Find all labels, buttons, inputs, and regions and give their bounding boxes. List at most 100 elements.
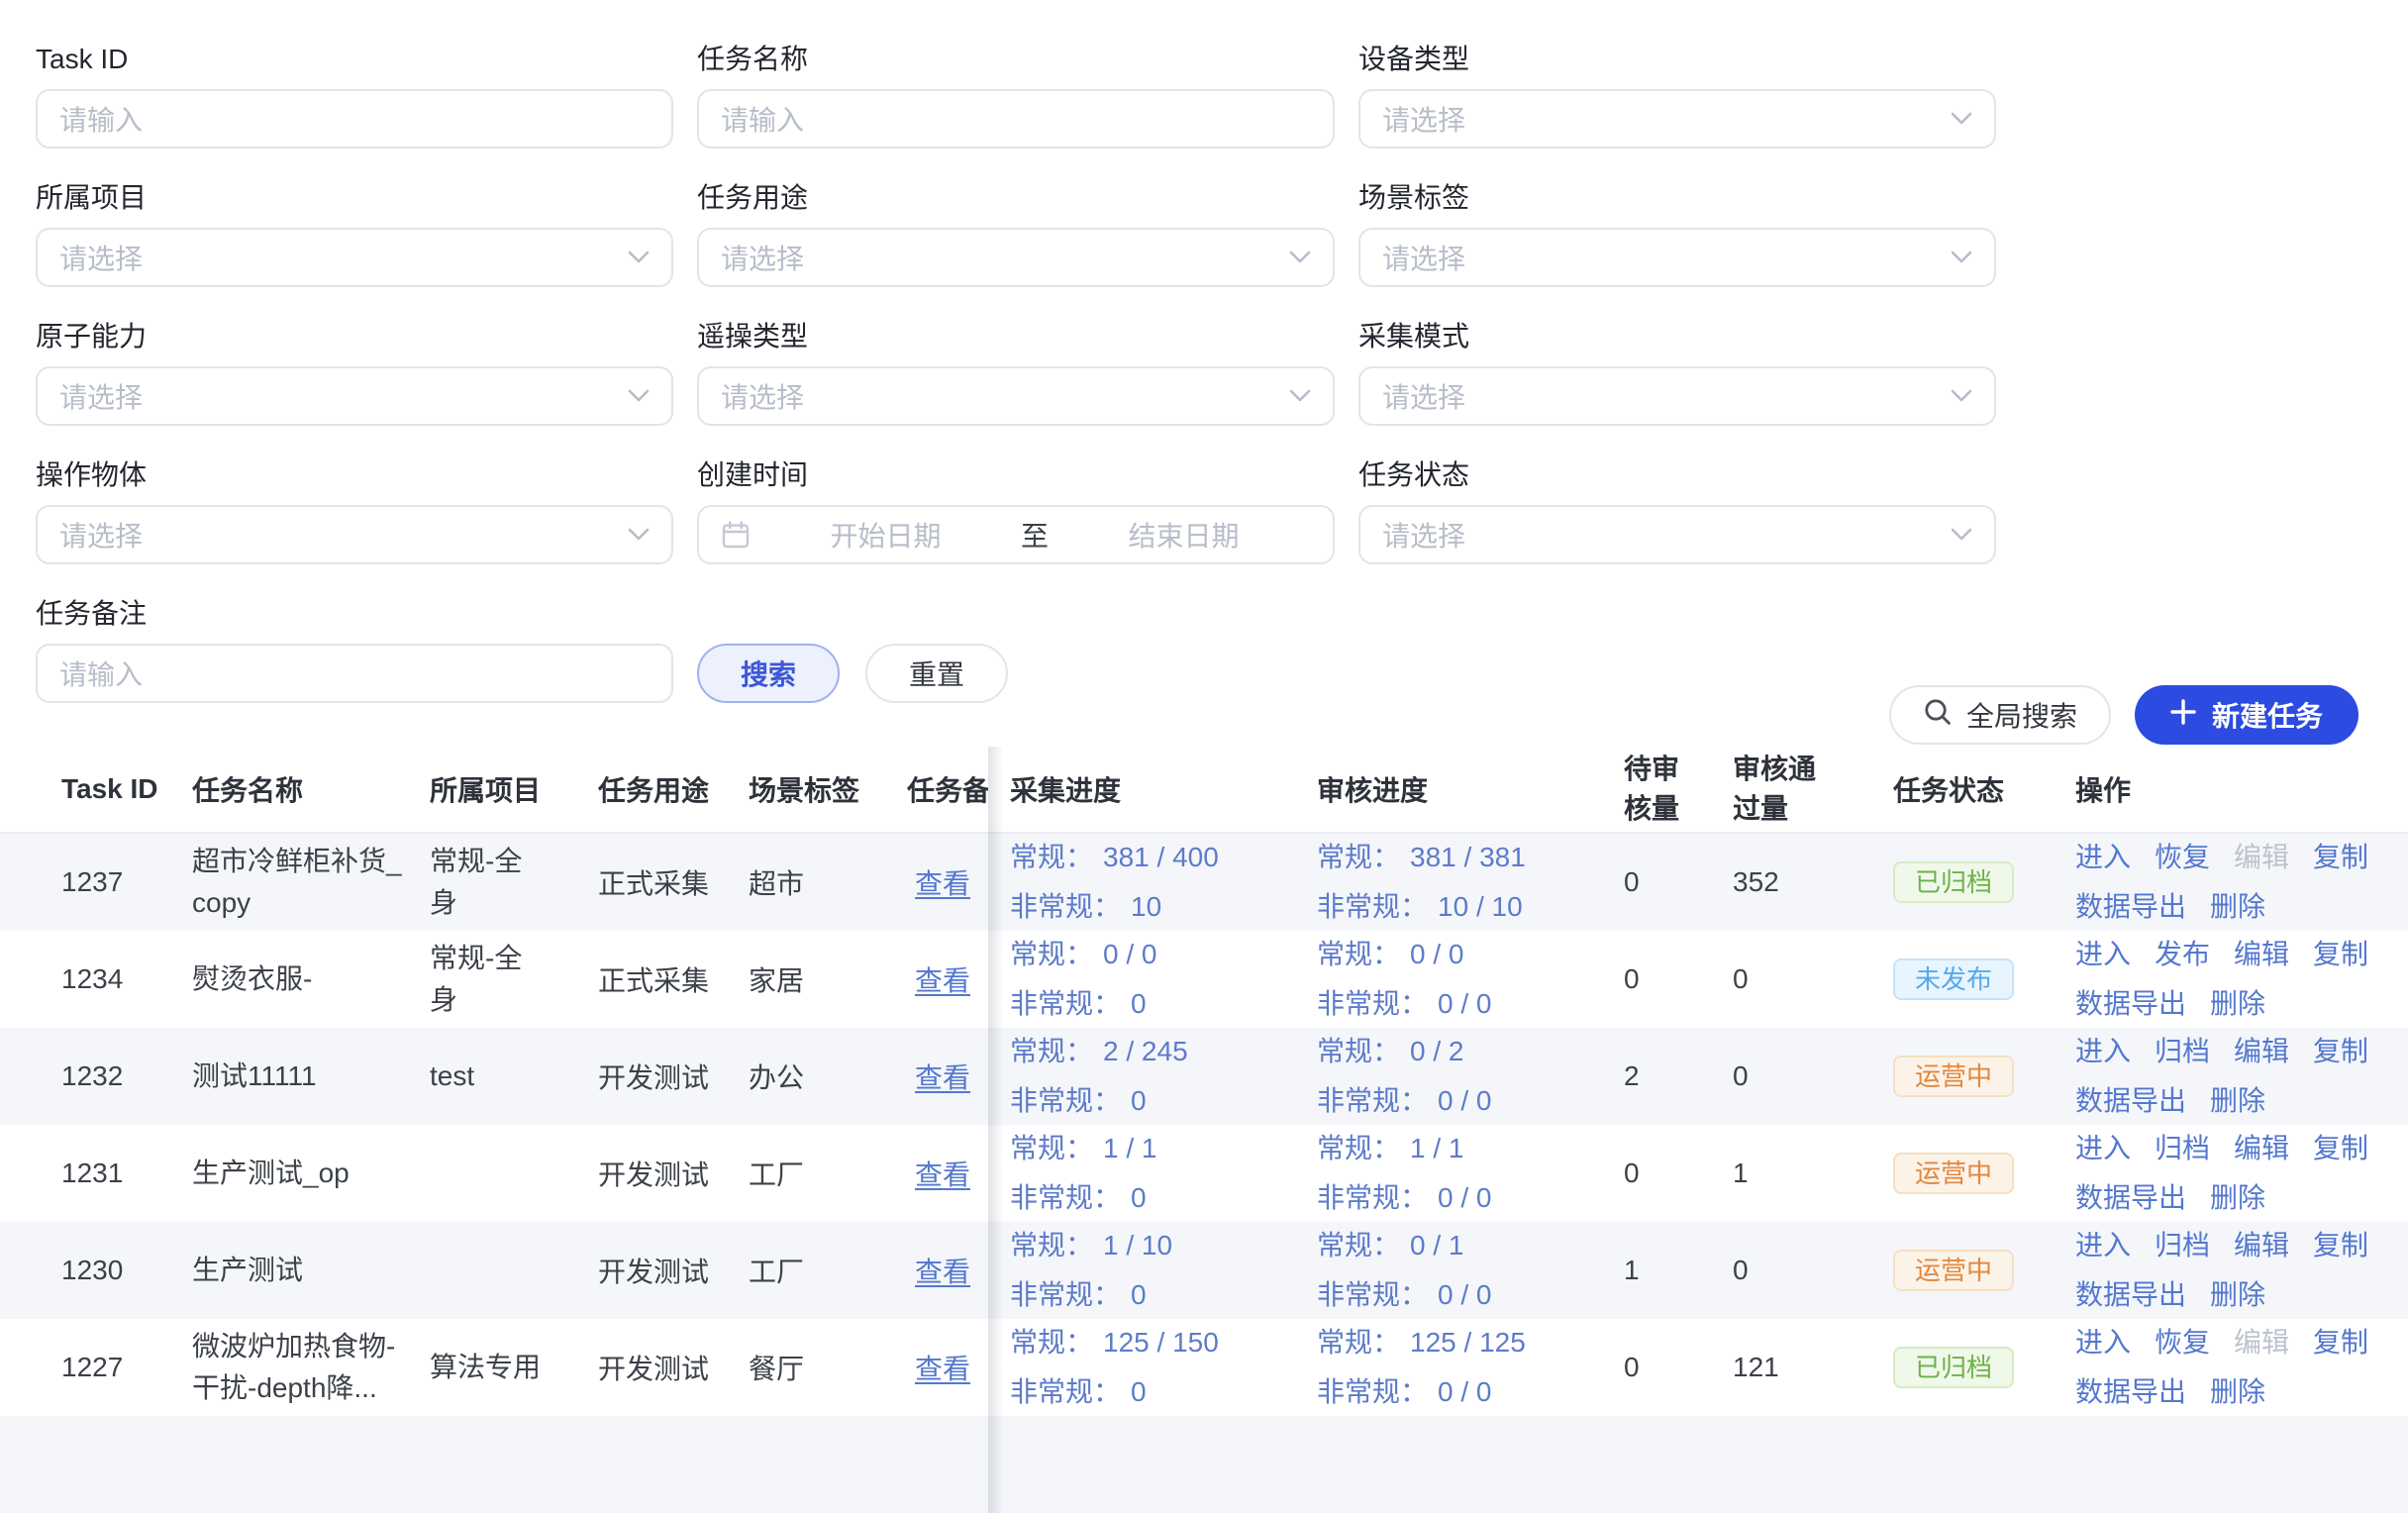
table-row[interactable]: 1237超市冷鲜柜补货_copy常规-全身正式采集超市查看常规：381 / 40… [0,834,2408,931]
cell-scene-tag[interactable]: 工厂 [749,1154,907,1193]
table-row[interactable]: 1232测试11111test开发测试办公查看常规：2 / 245非常规：0常规… [0,1028,2408,1125]
filter-field[interactable]: Task ID请输入 [36,42,673,149]
filter-field[interactable]: 场景标签请选择 [1358,180,1996,287]
cell-task-name[interactable]: 生产测试_op [192,1153,430,1194]
cell-collect-progress[interactable]: 常规：2 / 245非常规：0 [1010,1032,1317,1121]
progress-line[interactable]: 非常规：0 / 0 [1317,1178,1618,1218]
progress-line[interactable]: 非常规：10 / 10 [1317,887,1618,927]
chevron-down-icon[interactable] [628,528,650,542]
progress-value[interactable]: 0 [1131,1081,1147,1121]
action-link-数据导出[interactable]: 数据导出 [2075,1372,2186,1412]
progress-value[interactable]: 2 / 245 [1103,1032,1188,1071]
filter-field[interactable]: 遥操类型请选择 [697,319,1335,426]
action-link-复制[interactable]: 复制 [2313,1323,2368,1362]
status-badge[interactable]: 运营中 [1893,1153,2014,1194]
cell-review-progress[interactable]: 常规：381 / 381非常规：10 / 10 [1317,838,1618,927]
cell-review-progress[interactable]: 常规：1 / 1非常规：0 / 0 [1317,1129,1618,1218]
progress-line[interactable]: 常规：381 / 400 [1010,838,1317,877]
cell-task-id[interactable]: 1237 [61,866,192,898]
progress-label[interactable]: 常规： [1317,1323,1400,1362]
chevron-down-icon[interactable] [628,389,650,403]
action-link-删除[interactable]: 删除 [2210,887,2265,927]
text-input[interactable]: 请输入 [36,89,673,149]
cell-pending-count[interactable]: 0 [1618,963,1733,995]
chevron-down-icon[interactable] [1951,528,1972,542]
action-link-恢复[interactable]: 恢复 [2155,838,2210,877]
cell-task-id[interactable]: 1227 [61,1352,192,1383]
select-placeholder[interactable]: 请选择 [59,238,143,277]
action-line[interactable]: 进入恢复编辑复制 [2075,1323,2408,1362]
filter-field-label[interactable]: 采集模式 [1358,319,1996,354]
chevron-down-icon[interactable] [1951,112,1972,126]
cell-collect-progress[interactable]: 常规：1 / 10非常规：0 [1010,1226,1317,1315]
text-input[interactable]: 请输入 [697,89,1335,149]
filter-field[interactable]: 设备类型请选择 [1358,42,1996,149]
action-line[interactable]: 进入归档编辑复制 [2075,1226,2408,1265]
select-placeholder[interactable]: 请选择 [59,515,143,555]
progress-line[interactable]: 非常规：0 [1010,1372,1317,1412]
cell-task-note[interactable]: 查看 [907,1057,988,1096]
action-link-进入[interactable]: 进入 [2075,935,2131,974]
select-input[interactable]: 请选择 [1358,505,1996,564]
cell-task-name[interactable]: 测试11111 [192,1056,430,1097]
input-placeholder[interactable]: 请输入 [59,99,143,139]
cell-purpose[interactable]: 正式采集 [598,862,749,902]
action-link-编辑[interactable]: 编辑 [2234,1032,2289,1071]
action-line[interactable]: 数据导出删除 [2075,1178,2408,1218]
filter-field-label[interactable]: 创建时间 [697,457,1335,493]
action-link-进入[interactable]: 进入 [2075,838,2131,877]
action-link-进入[interactable]: 进入 [2075,1226,2131,1265]
cell-passed-count[interactable]: 121 [1733,1352,1877,1383]
progress-value[interactable]: 0 / 0 [1410,935,1463,974]
select-placeholder[interactable]: 请选择 [59,376,143,416]
progress-label[interactable]: 常规： [1010,935,1093,974]
filter-field[interactable]: 任务备注请输入 [36,596,673,703]
action-link-复制[interactable]: 复制 [2313,1226,2368,1265]
progress-line[interactable]: 非常规：0 [1010,1275,1317,1315]
action-link-删除[interactable]: 删除 [2210,1081,2265,1121]
progress-line[interactable]: 非常规：0 / 0 [1317,1372,1618,1412]
progress-line[interactable]: 常规：125 / 125 [1317,1323,1618,1362]
select-placeholder[interactable]: 请选择 [721,376,804,416]
chevron-down-icon[interactable] [1289,251,1311,264]
progress-label[interactable]: 常规： [1317,1032,1400,1071]
cell-scene-tag[interactable]: 超市 [749,862,907,902]
cell-scene-tag[interactable]: 办公 [749,1057,907,1096]
cell-pending-count[interactable]: 2 [1618,1060,1733,1092]
date-start-placeholder[interactable]: 开始日期 [758,515,1013,555]
cell-task-status[interactable]: 运营中 [1877,1153,2075,1194]
cell-project[interactable]: test [430,1056,598,1097]
action-line[interactable]: 数据导出删除 [2075,984,2408,1024]
select-input[interactable]: 请选择 [697,228,1335,287]
search-button[interactable]: 搜索 [697,644,840,703]
progress-line[interactable]: 非常规：0 / 0 [1317,1081,1618,1121]
select-input[interactable]: 请选择 [36,505,673,564]
cell-purpose[interactable]: 开发测试 [598,1251,749,1290]
filter-field[interactable]: 采集模式请选择 [1358,319,1996,426]
input-placeholder[interactable]: 请输入 [721,99,804,139]
action-link-进入[interactable]: 进入 [2075,1032,2131,1071]
progress-value[interactable]: 381 / 381 [1410,838,1526,877]
action-link-进入[interactable]: 进入 [2075,1129,2131,1168]
progress-value[interactable]: 0 [1131,1372,1147,1412]
select-placeholder[interactable]: 请选择 [1382,238,1465,277]
cell-task-status[interactable]: 未发布 [1877,958,2075,1000]
table-row[interactable]: 1230生产测试开发测试工厂查看常规：1 / 10非常规：0常规：0 / 1非常… [0,1222,2408,1319]
cell-collect-progress[interactable]: 常规：381 / 400非常规：10 [1010,838,1317,927]
action-link-删除[interactable]: 删除 [2210,984,2265,1024]
select-input[interactable]: 请选择 [697,366,1335,426]
cell-actions[interactable]: 进入恢复编辑复制数据导出删除 [2075,838,2408,927]
new-task-button[interactable]: 新建任务 [2135,685,2358,745]
progress-label[interactable]: 非常规： [1317,1081,1428,1121]
cell-task-note[interactable]: 查看 [907,1348,988,1387]
cell-passed-count[interactable]: 0 [1733,1060,1877,1092]
action-link-数据导出[interactable]: 数据导出 [2075,1178,2186,1218]
view-note-link[interactable]: 查看 [915,1354,970,1384]
cell-collect-progress[interactable]: 常规：0 / 0非常规：0 [1010,935,1317,1024]
cell-task-id[interactable]: 1230 [61,1255,192,1286]
progress-label[interactable]: 非常规： [1317,984,1428,1024]
cell-purpose[interactable]: 正式采集 [598,959,749,999]
progress-value[interactable]: 1 / 1 [1410,1129,1463,1168]
action-link-恢复[interactable]: 恢复 [2155,1323,2210,1362]
cell-collect-progress[interactable]: 常规：125 / 150非常规：0 [1010,1323,1317,1412]
